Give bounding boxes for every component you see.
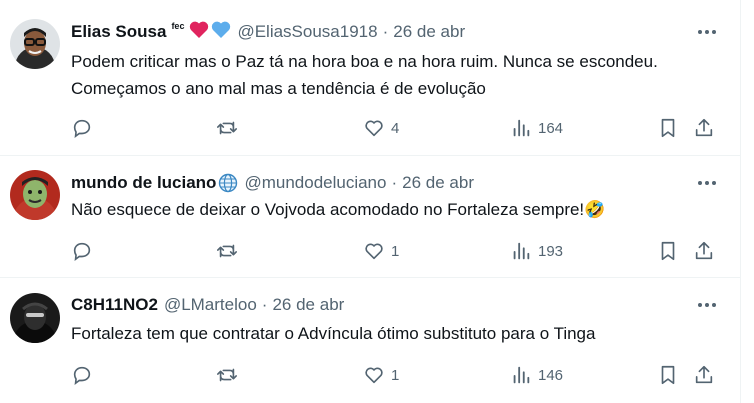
handle[interactable]: @EliasSousa1918 — [237, 22, 377, 42]
tweet-header: Elias Sousa fec @EliasSousa1918 · 26 de … — [71, 21, 465, 43]
views-button[interactable]: 146 — [510, 362, 563, 388]
heart-emoji — [189, 20, 231, 45]
display-name[interactable]: C8H11NO2 — [71, 295, 158, 315]
timestamp[interactable]: 26 de abr — [393, 22, 465, 42]
views-icon — [513, 242, 530, 260]
timestamp[interactable]: 26 de abr — [272, 295, 344, 315]
share-button[interactable] — [693, 238, 715, 264]
tweet-text: Não esquece de deixar o Vojvoda acomodad… — [71, 200, 606, 219]
tweet-text: Podem criticar mas o Paz tá na hora boa … — [71, 52, 658, 98]
action-bar: 1 146 — [0, 362, 740, 388]
display-name[interactable]: Elias Sousa — [71, 22, 166, 42]
heart-icon — [365, 367, 383, 384]
tweet[interactable]: C8H11NO2 @LMarteloo · 26 de abr Fortalez… — [0, 278, 740, 403]
reply-button[interactable] — [71, 362, 99, 388]
more-icon[interactable] — [694, 22, 720, 42]
bookmark-icon — [661, 241, 675, 261]
reply-icon — [73, 366, 91, 386]
like-button[interactable]: 1 — [363, 238, 399, 264]
tweet[interactable]: Elias Sousa fec @EliasSousa1918 · 26 de … — [0, 0, 740, 155]
column-border — [740, 0, 741, 403]
more-icon[interactable] — [694, 295, 720, 315]
like-count: 4 — [391, 119, 400, 137]
view-count: 146 — [538, 366, 564, 384]
action-bar: 1 193 — [0, 238, 740, 264]
share-button[interactable] — [693, 115, 715, 141]
bookmark-button[interactable] — [657, 115, 679, 141]
action-bar: 4 164 — [0, 115, 740, 141]
bookmark-icon — [661, 365, 675, 385]
bookmark-button[interactable] — [657, 238, 679, 264]
views-icon — [513, 366, 530, 384]
tweet-text: Fortaleza tem que contratar o Advíncula … — [71, 324, 596, 343]
globe-icon — [218, 173, 238, 193]
views-button[interactable]: 193 — [510, 238, 563, 264]
handle[interactable]: @mundodeluciano — [244, 173, 386, 193]
fec-badge: fec — [171, 21, 185, 31]
retweet-button[interactable] — [216, 115, 244, 141]
like-count: 1 — [391, 242, 400, 260]
tweet-header: C8H11NO2 @LMarteloo · 26 de abr — [71, 294, 344, 316]
display-name[interactable]: mundo de luciano — [71, 173, 216, 193]
like-count: 1 — [391, 366, 400, 384]
reply-icon — [73, 242, 91, 262]
view-count: 164 — [538, 119, 564, 137]
retweet-icon — [217, 244, 237, 258]
share-icon — [695, 365, 713, 384]
reply-button[interactable] — [71, 238, 99, 264]
share-button[interactable] — [693, 362, 715, 388]
retweet-icon — [217, 368, 237, 382]
views-icon — [513, 119, 530, 137]
share-icon — [695, 241, 713, 260]
separator: · — [382, 22, 389, 41]
reply-icon — [73, 119, 91, 139]
like-button[interactable]: 4 — [363, 115, 399, 141]
heart-icon — [365, 243, 383, 260]
tweet[interactable]: mundo de luciano @mundodeluciano · 26 de… — [0, 156, 740, 277]
views-button[interactable]: 164 — [510, 115, 563, 141]
separator: · — [261, 295, 268, 314]
view-count: 193 — [538, 242, 564, 260]
retweet-button[interactable] — [216, 362, 244, 388]
more-icon[interactable] — [694, 173, 720, 193]
heart-icon — [365, 120, 383, 137]
retweet-button[interactable] — [216, 238, 244, 264]
tweet-header: mundo de luciano @mundodeluciano · 26 de… — [71, 172, 474, 194]
avatar[interactable] — [10, 170, 60, 220]
reply-button[interactable] — [71, 115, 99, 141]
timestamp[interactable]: 26 de abr — [402, 173, 474, 193]
red-heart-icon — [190, 21, 209, 38]
separator: · — [391, 173, 398, 192]
like-button[interactable]: 1 — [363, 362, 399, 388]
retweet-icon — [217, 121, 237, 135]
share-icon — [695, 118, 713, 137]
bookmark-button[interactable] — [657, 362, 679, 388]
avatar[interactable] — [10, 293, 60, 343]
blue-heart-icon — [212, 21, 231, 38]
bookmark-icon — [661, 118, 675, 138]
handle[interactable]: @LMarteloo — [164, 295, 257, 315]
avatar[interactable] — [10, 19, 60, 69]
